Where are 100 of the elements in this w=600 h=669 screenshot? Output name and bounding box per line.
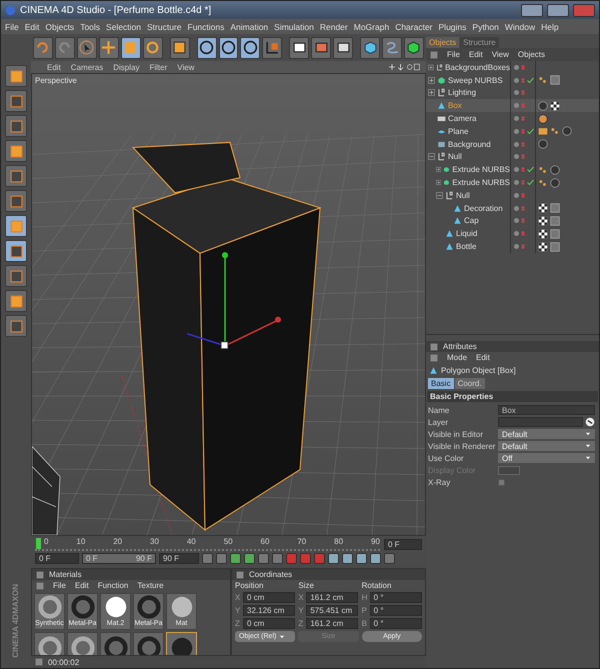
y-axis-icon[interactable]	[218, 36, 238, 58]
coordinate-field[interactable]: 575.451 cm	[306, 605, 358, 616]
menu-item[interactable]: Selection	[106, 22, 141, 32]
dropdown-field[interactable]: Default	[498, 429, 595, 439]
visibility-dot[interactable]	[514, 167, 519, 172]
close-button[interactable]	[573, 4, 595, 16]
menu-item[interactable]: Window	[504, 22, 536, 32]
visibility-dot[interactable]	[514, 154, 519, 160]
perspective-viewport[interactable]: Perspective	[31, 73, 426, 536]
menu-item[interactable]: Plugins	[438, 22, 466, 32]
menu-item[interactable]: Render	[320, 22, 348, 32]
coordinate-field[interactable]: 161.2 cm	[306, 618, 358, 629]
visibility-dot[interactable]	[514, 192, 519, 198]
menu-item[interactable]: Edit	[468, 50, 483, 59]
end-frame-field[interactable]: 90 F	[159, 552, 199, 564]
autokey-button[interactable]	[300, 552, 311, 564]
object-row[interactable]: Decoration	[426, 202, 599, 215]
object-row[interactable]: Extrude NURBS	[426, 176, 599, 189]
layer-field[interactable]	[498, 417, 583, 427]
scale-icon[interactable]	[120, 36, 141, 58]
menu-item[interactable]: Tools	[80, 22, 100, 32]
position-key-button[interactable]	[328, 552, 339, 564]
menu-item[interactable]: Functions	[188, 22, 224, 32]
menu-item[interactable]: Simulation	[274, 22, 314, 32]
menu-item[interactable]: Character	[395, 22, 433, 32]
coordinate-field[interactable]: 0 °	[370, 592, 422, 603]
viewport-menu-item[interactable]: Filter	[149, 62, 168, 72]
parameter-key-button[interactable]	[370, 552, 381, 564]
next-frame-button[interactable]	[258, 552, 269, 564]
checkbox[interactable]	[498, 478, 505, 486]
viewport-menu-item[interactable]: Edit	[47, 62, 61, 72]
coordinate-field[interactable]: 0 cm	[243, 592, 295, 603]
object-row[interactable]: Cap	[426, 214, 599, 228]
menu-item[interactable]: Structure	[147, 22, 182, 32]
object-row[interactable]: Extrude NURBS	[426, 163, 599, 176]
menu-item[interactable]: Edit	[476, 353, 490, 362]
play-backward-button[interactable]	[230, 552, 241, 564]
maximize-button[interactable]	[547, 4, 569, 16]
menu-item[interactable]: Objects	[518, 50, 546, 59]
attribute-tab[interactable]: Basic	[428, 378, 454, 389]
coordinate-field[interactable]: 161.2 cm	[306, 592, 358, 603]
cursor-icon[interactable]	[76, 36, 97, 58]
visibility-dot[interactable]	[514, 116, 519, 122]
keyframe-selection-button[interactable]	[314, 552, 325, 564]
menu-item[interactable]: Animation	[230, 22, 268, 32]
object-row[interactable]: Liquid	[426, 227, 599, 240]
coordinate-field[interactable]: 0 °	[370, 605, 422, 616]
coordinate-system-icon[interactable]	[262, 36, 282, 58]
x-axis-icon[interactable]	[196, 36, 216, 58]
timeline-ruler[interactable]: 0 10 20 30 40 50 60 70 80 90	[35, 537, 380, 551]
menu-item[interactable]: Edit	[24, 22, 40, 32]
go-to-start-button[interactable]	[202, 552, 213, 564]
object-row[interactable]: BackgroundBoxes	[426, 61, 599, 74]
menu-item[interactable]: Mode	[447, 353, 468, 362]
previous-frame-button[interactable]	[216, 552, 227, 564]
menu-item[interactable]: Python	[472, 22, 499, 32]
menu-item[interactable]: Objects	[45, 22, 74, 32]
render-view-icon[interactable]	[289, 36, 310, 58]
dropdown-field[interactable]: Default	[498, 441, 595, 451]
cube-icon[interactable]	[360, 36, 380, 58]
visibility-dot[interactable]	[514, 90, 519, 96]
visibility-dot[interactable]	[514, 64, 519, 70]
record-button[interactable]	[286, 552, 297, 564]
dropdown-field[interactable]: Off	[498, 453, 595, 463]
viewport-menu-item[interactable]: View	[177, 62, 194, 72]
visibility-dot[interactable]	[514, 142, 519, 147]
start-frame-field[interactable]: 0 F	[35, 552, 79, 564]
object-row[interactable]: Null	[426, 150, 599, 164]
viewport-menu-item[interactable]: Cameras	[70, 62, 104, 72]
menu-item[interactable]: Help	[541, 22, 559, 32]
object-row[interactable]: Plane	[426, 124, 599, 138]
render-picture-icon[interactable]	[311, 36, 332, 58]
panel-tab[interactable]: Structure	[460, 37, 499, 48]
menu-item[interactable]: Edit	[74, 581, 89, 590]
current-frame-field[interactable]: 0 F	[384, 538, 422, 550]
coordinate-field[interactable]: 0 °	[370, 618, 422, 629]
undo-icon[interactable]	[33, 36, 53, 58]
minimize-button[interactable]	[521, 4, 543, 16]
visibility-dot[interactable]	[514, 128, 519, 134]
attribute-tab[interactable]: Coord.	[454, 378, 485, 389]
scale-key-button[interactable]	[342, 552, 353, 564]
coordinate-field[interactable]: 0 cm	[243, 618, 295, 629]
visibility-dot[interactable]	[514, 244, 519, 250]
panel-tab[interactable]: Objects	[426, 37, 460, 48]
menu-item[interactable]: File	[53, 581, 66, 590]
menu-item[interactable]: File	[447, 50, 460, 59]
object-row[interactable]: Box	[426, 99, 599, 112]
redo-icon[interactable]	[54, 36, 75, 58]
menu-item[interactable]: Texture	[137, 581, 164, 590]
spline-icon[interactable]	[382, 36, 402, 58]
name-field[interactable]: Box	[498, 405, 595, 415]
coordinate-field[interactable]: 32.126 cm	[243, 605, 295, 616]
visibility-dot[interactable]	[514, 206, 519, 211]
object-row[interactable]: Null	[426, 188, 599, 202]
object-row[interactable]: Camera	[426, 112, 599, 125]
visibility-dot[interactable]	[514, 180, 519, 186]
rotate-icon[interactable]	[142, 36, 163, 58]
play-forward-button[interactable]	[244, 552, 255, 564]
render-settings-icon[interactable]	[333, 36, 354, 58]
menu-item[interactable]: File	[5, 22, 19, 32]
